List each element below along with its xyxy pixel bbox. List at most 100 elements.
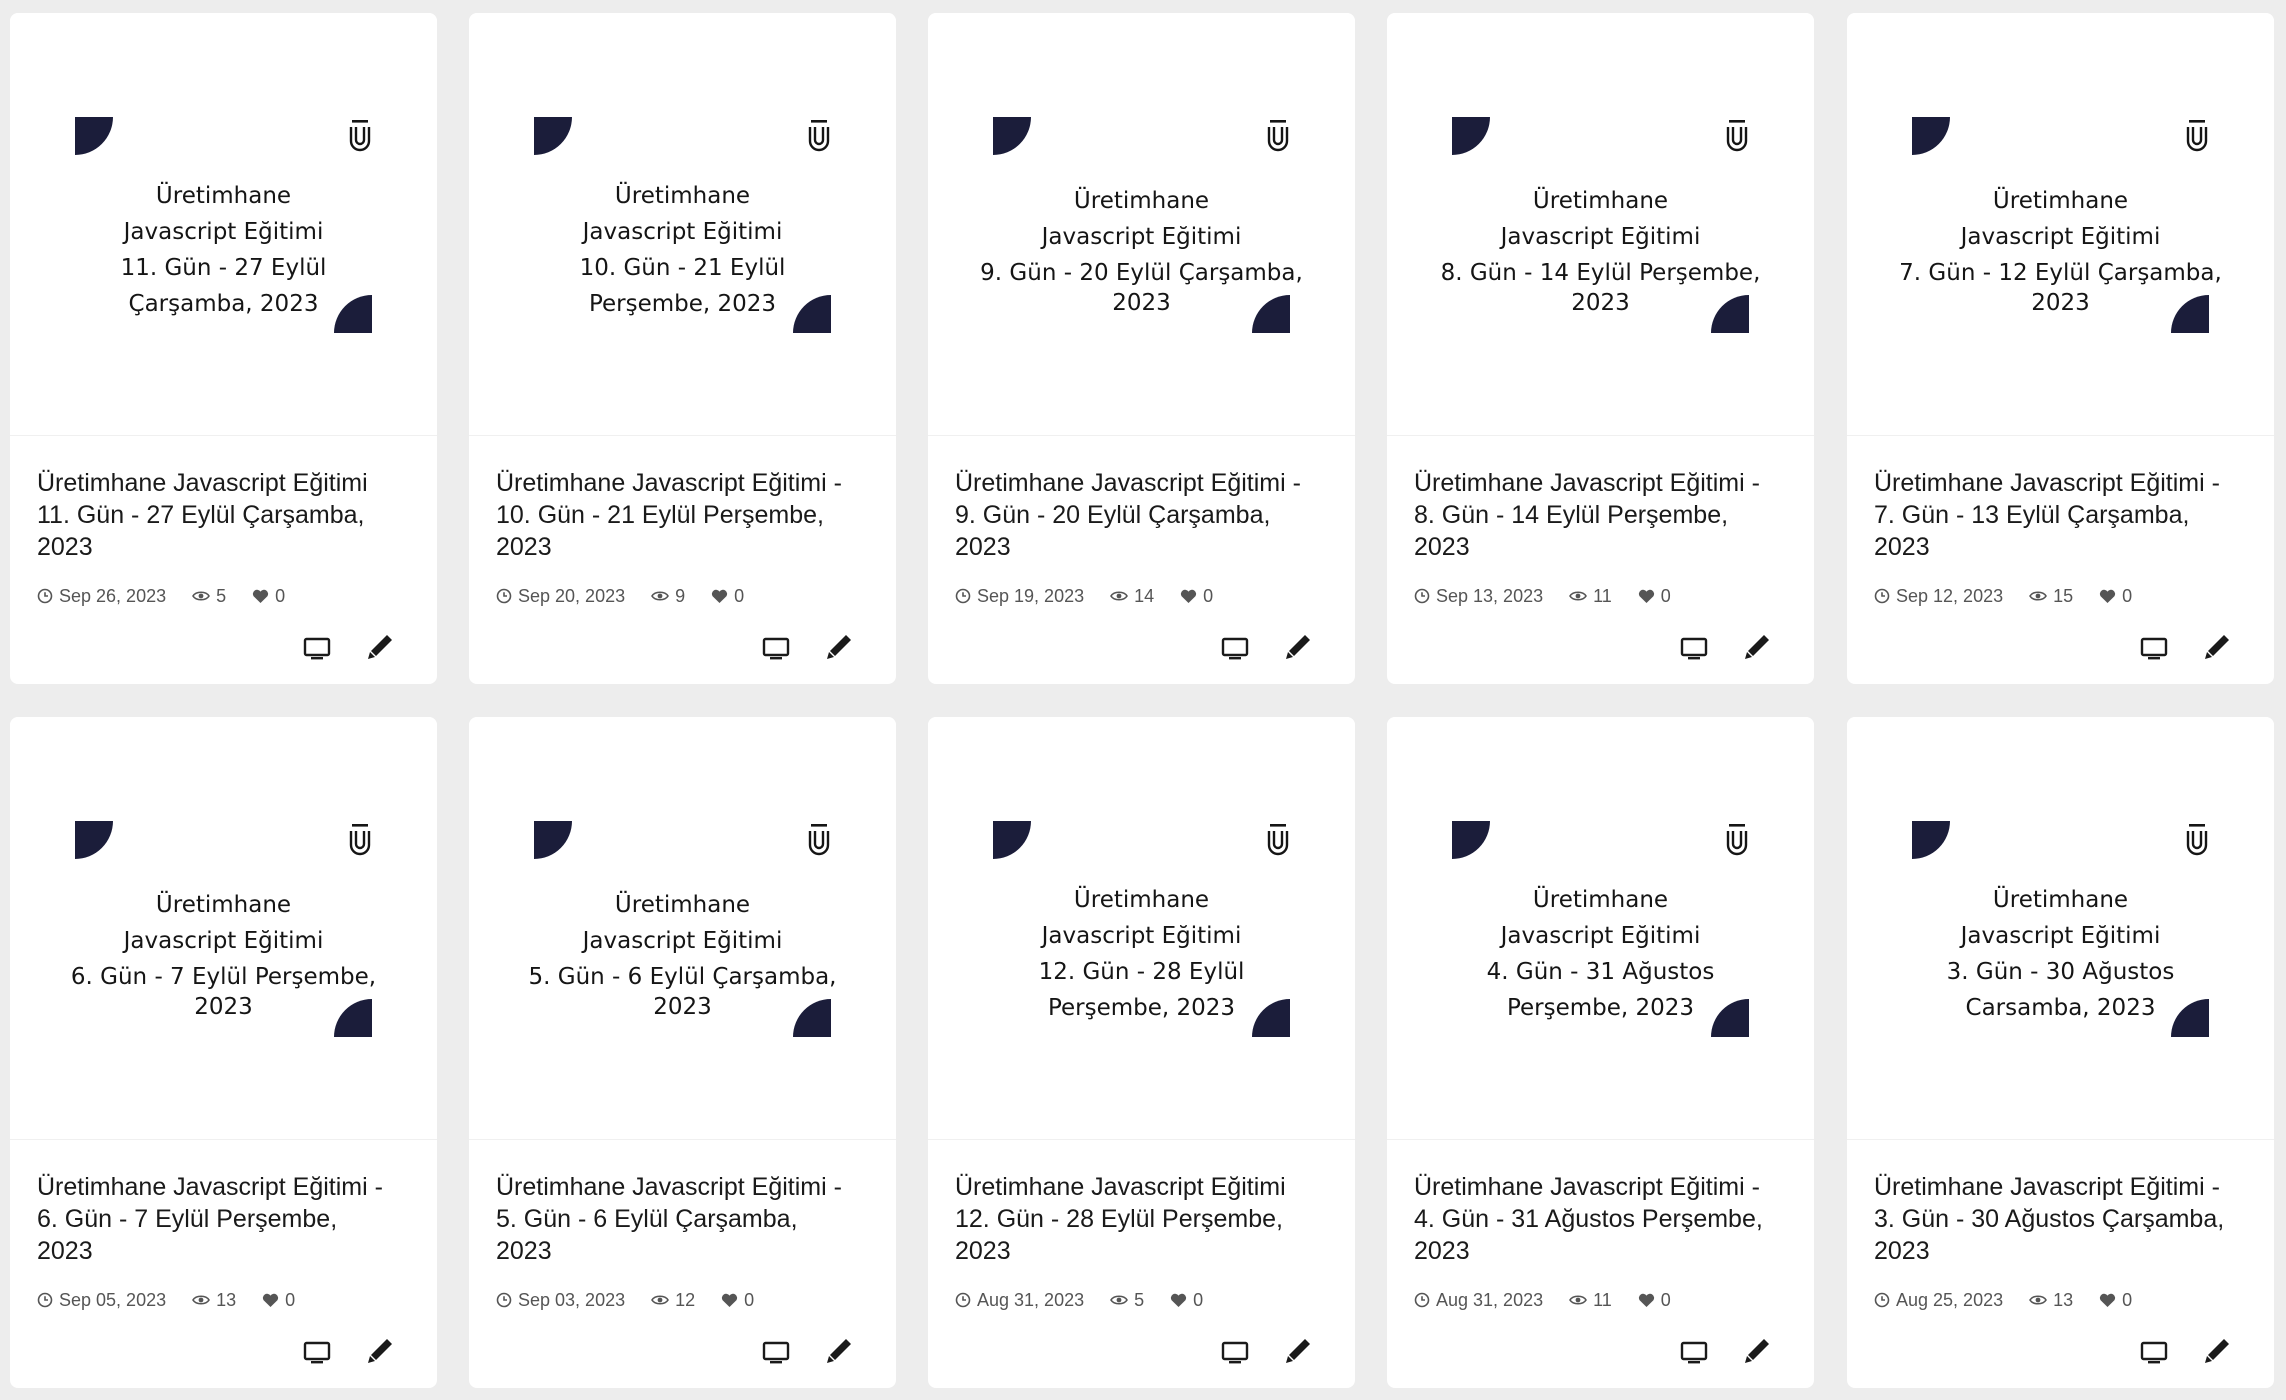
card-title[interactable]: Üretimhane Javascript Eğitimi - 10. Gün … [496,467,881,563]
heart-icon[interactable] [252,589,269,604]
view-count: 15 [2053,585,2074,606]
pen-icon[interactable] [2202,632,2232,662]
presentation-grid: Üretimhane Javascript Eğitimi 11. Gün - … [0,0,2286,1400]
pen-icon[interactable] [2202,1336,2232,1366]
pen-icon[interactable] [1283,632,1313,662]
thumbnail-line-1: Üretimhane [155,892,292,918]
monitor-icon[interactable] [2139,1338,2169,1366]
card-title[interactable]: Üretimhane Javascript Eğitimi - 5. Gün -… [496,1171,881,1267]
presentation-card[interactable]: Üretimhane Javascript Eğitimi 9. Gün - 2… [928,13,1355,684]
thumbnail-line-1: Üretimhane [1532,188,1669,214]
view-count: 12 [675,1289,696,1310]
thumbnail-line-1: Üretimhane [1992,887,2129,913]
thumbnail-line-2: Javascript Eğitimi [582,928,783,954]
like-count: 0 [2122,585,2133,606]
card-meta: Sep 20, 2023 9 0 [496,585,744,607]
card-actions [469,630,896,666]
card-date: Sep 12, 2023 [1896,585,2004,606]
corner-quarter-circle-top [993,821,1031,859]
presentation-card[interactable]: Üretimhane Javascript Eğitimi 11. Gün - … [10,13,437,684]
presentation-card[interactable]: Üretimhane Javascript Eğitimi 8. Gün - 1… [1387,13,1814,684]
heart-icon[interactable] [721,1293,738,1308]
presentation-card[interactable]: Üretimhane Javascript Eğitimi 4. Gün - 3… [1387,717,1814,1388]
presentation-card[interactable]: Üretimhane Javascript Eğitimi 10. Gün - … [469,13,896,684]
card-actions [10,630,437,666]
card-date: Aug 25, 2023 [1896,1289,2004,1310]
card-title[interactable]: Üretimhane Javascript Eğitimi 12. Gün - … [955,1171,1340,1267]
monitor-icon[interactable] [761,1338,791,1366]
card-thumbnail[interactable]: Üretimhane Javascript Eğitimi 10. Gün - … [469,13,896,436]
heart-icon[interactable] [1638,1293,1655,1308]
monitor-icon[interactable] [2139,634,2169,662]
heart-icon[interactable] [2099,1293,2116,1308]
card-thumbnail[interactable]: Üretimhane Javascript Eğitimi 9. Gün - 2… [928,13,1355,436]
thumbnail-line-3: 3. Gün - 30 Ağustos [1946,959,2175,985]
card-date: Sep 03, 2023 [518,1289,626,1310]
thumbnail-line-1: Üretimhane [1073,887,1210,913]
u-logo-icon [808,824,830,856]
monitor-icon[interactable] [302,634,332,662]
presentation-card[interactable]: Üretimhane Javascript Eğitimi 6. Gün - 7… [10,717,437,1388]
heart-icon[interactable] [1170,1293,1187,1308]
corner-quarter-circle-top [75,117,113,155]
u-logo-icon [349,824,371,856]
card-title[interactable]: Üretimhane Javascript Eğitimi - 7. Gün -… [1874,467,2259,563]
card-thumbnail[interactable]: Üretimhane Javascript Eğitimi 3. Gün - 3… [1847,717,2274,1140]
card-title[interactable]: Üretimhane Javascript Eğitimi - 3. Gün -… [1874,1171,2259,1267]
card-thumbnail[interactable]: Üretimhane Javascript Eğitimi 5. Gün - 6… [469,717,896,1140]
card-actions [1387,630,1814,666]
card-title[interactable]: Üretimhane Javascript Eğitimi - 8. Gün -… [1414,467,1799,563]
heart-icon[interactable] [262,1293,279,1308]
card-meta: Sep 26, 2023 5 0 [37,585,285,607]
heart-icon[interactable] [2099,589,2116,604]
heart-icon[interactable] [1638,589,1655,604]
card-thumbnail[interactable]: Üretimhane Javascript Eğitimi 12. Gün - … [928,717,1355,1140]
pen-icon[interactable] [1742,1336,1772,1366]
presentation-card[interactable]: Üretimhane Javascript Eğitimi 12. Gün - … [928,717,1355,1388]
thumbnail-line-2: Javascript Eğitimi [1041,923,1242,949]
clock-icon [1874,1292,1890,1308]
monitor-icon[interactable] [302,1338,332,1366]
card-thumbnail[interactable]: Üretimhane Javascript Eğitimi 4. Gün - 3… [1387,717,1814,1140]
eye-icon [1110,1295,1129,1305]
thumbnail-line-2: Javascript Eğitimi [123,928,324,954]
pen-icon[interactable] [1742,632,1772,662]
pen-icon[interactable] [824,632,854,662]
monitor-icon[interactable] [1220,634,1250,662]
clock-icon [1414,588,1430,604]
pen-icon[interactable] [824,1336,854,1366]
thumbnail-line-1: Üretimhane [1073,188,1210,214]
thumbnail-line-2: Javascript Eğitimi [1960,923,2161,949]
card-thumbnail[interactable]: Üretimhane Javascript Eğitimi 7. Gün - 1… [1847,13,2274,436]
card-title[interactable]: Üretimhane Javascript Eğitimi - 9. Gün -… [955,467,1340,563]
clock-icon [1414,1292,1430,1308]
corner-quarter-circle-top [75,821,113,859]
monitor-icon[interactable] [1220,1338,1250,1366]
pen-icon[interactable] [365,632,395,662]
u-logo-icon [808,120,830,152]
heart-icon[interactable] [1180,589,1197,604]
thumbnail-line-2: Javascript Eğitimi [1041,224,1242,250]
card-title[interactable]: Üretimhane Javascript Eğitimi - 4. Gün -… [1414,1171,1799,1267]
monitor-icon[interactable] [761,634,791,662]
presentation-card[interactable]: Üretimhane Javascript Eğitimi 5. Gün - 6… [469,717,896,1388]
corner-quarter-circle-top [534,117,572,155]
card-title[interactable]: Üretimhane Javascript Eğitimi - 6. Gün -… [37,1171,422,1267]
pen-icon[interactable] [1283,1336,1313,1366]
thumbnail-caption: Üretimhane Javascript Eğitimi 3. Gün - 3… [1887,882,2234,1026]
clock-icon [37,588,53,604]
card-thumbnail[interactable]: Üretimhane Javascript Eğitimi 6. Gün - 7… [10,717,437,1140]
card-title[interactable]: Üretimhane Javascript Eğitimi 11. Gün - … [37,467,422,563]
thumbnail-line-3: 10. Gün - 21 Eylül [579,255,786,281]
heart-icon[interactable] [711,589,728,604]
card-thumbnail[interactable]: Üretimhane Javascript Eğitimi 8. Gün - 1… [1387,13,1814,436]
eye-icon [192,1295,211,1305]
card-thumbnail[interactable]: Üretimhane Javascript Eğitimi 11. Gün - … [10,13,437,436]
view-count: 5 [216,585,227,606]
monitor-icon[interactable] [1679,634,1709,662]
monitor-icon[interactable] [1679,1338,1709,1366]
presentation-card[interactable]: Üretimhane Javascript Eğitimi 3. Gün - 3… [1847,717,2274,1388]
presentation-card[interactable]: Üretimhane Javascript Eğitimi 7. Gün - 1… [1847,13,2274,684]
pen-icon[interactable] [365,1336,395,1366]
thumbnail-caption: Üretimhane Javascript Eğitimi 12. Gün - … [968,882,1315,1026]
